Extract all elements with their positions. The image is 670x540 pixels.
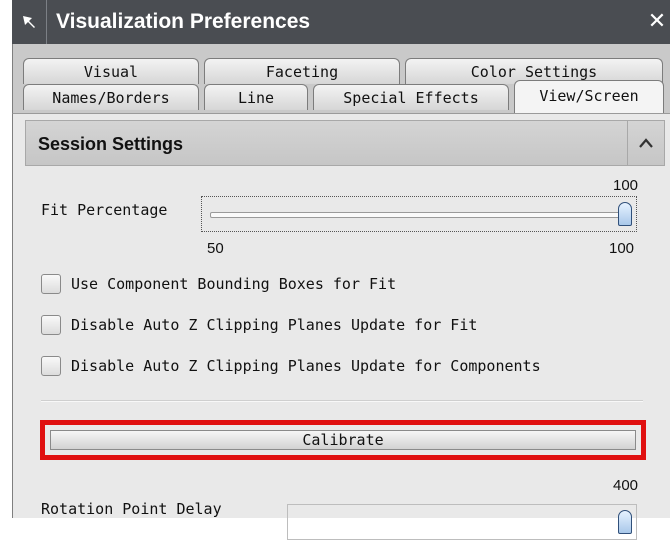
section-header: Session Settings — [25, 120, 665, 166]
rotation-point-delay-label: Rotation Point Delay — [41, 500, 222, 518]
section-title: Session Settings — [38, 134, 184, 154]
checkbox-label: Disable Auto Z Clipping Planes Update fo… — [71, 316, 478, 334]
pin-icon[interactable] — [12, 0, 47, 44]
checkbox-bounding-boxes[interactable]: Use Component Bounding Boxes for Fit — [41, 271, 396, 297]
tab-names-borders[interactable]: Names/Borders — [23, 84, 199, 110]
checkbox-disable-z-clipping-fit[interactable]: Disable Auto Z Clipping Planes Update fo… — [41, 312, 477, 338]
calibrate-highlight: Calibrate — [40, 420, 646, 460]
tab-line[interactable]: Line — [204, 84, 308, 110]
slider-track — [210, 212, 628, 218]
window-title: Visualization Preferences — [56, 10, 311, 33]
title-bar: Visualization Preferences ✕ — [12, 0, 670, 44]
checkbox-disable-z-clipping-components[interactable]: Disable Auto Z Clipping Planes Update fo… — [41, 353, 541, 379]
fit-percentage-slider[interactable] — [201, 196, 637, 232]
view-screen-panel: Session Settings 100 Fit Percentage 50 1… — [12, 113, 670, 540]
fit-percentage-min: 50 — [207, 240, 224, 257]
close-icon[interactable]: ✕ — [644, 0, 670, 44]
checkbox[interactable] — [41, 356, 61, 376]
tab-view-screen[interactable]: View/Screen — [514, 80, 664, 114]
checkbox[interactable] — [41, 274, 61, 294]
tab-faceting[interactable]: Faceting — [204, 58, 400, 84]
slider-thumb[interactable] — [618, 202, 632, 226]
tab-special-effects[interactable]: Special Effects — [313, 84, 509, 110]
rotation-point-delay-value: 400 — [613, 477, 639, 494]
fit-percentage-label: Fit Percentage — [41, 201, 168, 219]
rotation-point-delay-slider[interactable] — [287, 504, 637, 540]
slider-thumb[interactable] — [618, 510, 632, 534]
chevron-up-icon[interactable] — [627, 121, 664, 165]
calibrate-button[interactable]: Calibrate — [50, 430, 636, 450]
checkbox-label: Disable Auto Z Clipping Planes Update fo… — [71, 357, 541, 375]
separator — [41, 400, 643, 402]
tab-visual[interactable]: Visual — [23, 58, 199, 84]
checkbox-label: Use Component Bounding Boxes for Fit — [71, 275, 397, 293]
fit-percentage-value: 100 — [613, 177, 639, 194]
checkbox[interactable] — [41, 315, 61, 335]
fit-percentage-max: 100 — [609, 240, 635, 257]
